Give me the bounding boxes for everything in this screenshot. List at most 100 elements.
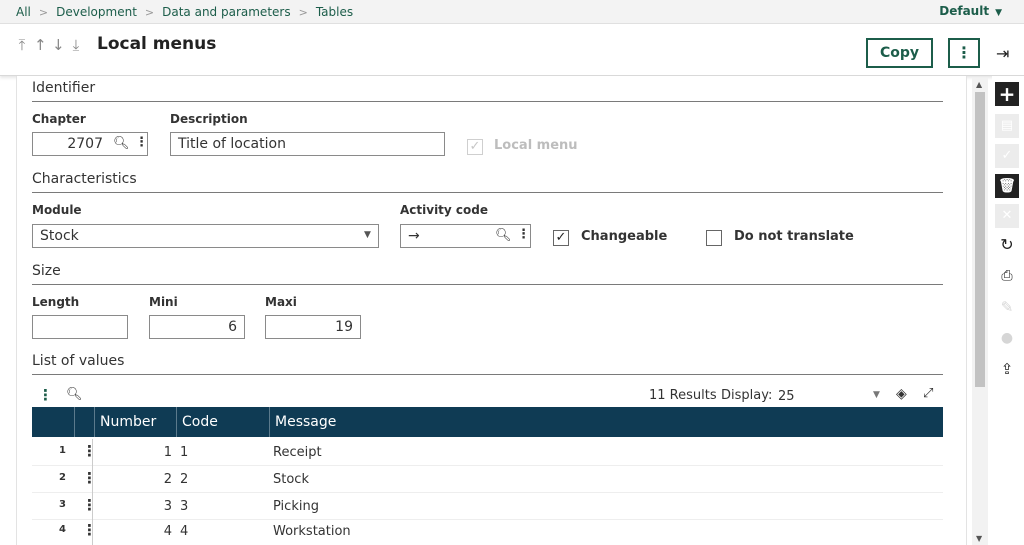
- next-record-icon[interactable]: ↓: [52, 36, 65, 54]
- grid-header-message[interactable]: Message: [269, 407, 943, 437]
- display-label: Display:: [721, 388, 773, 403]
- cell-message[interactable]: Stock: [273, 472, 309, 487]
- length-field[interactable]: [32, 315, 128, 339]
- row-menu-icon[interactable]: ⋮: [82, 496, 97, 514]
- chevron-down-icon[interactable]: ▼: [364, 230, 371, 240]
- row-number: 2: [59, 472, 66, 483]
- search-icon[interactable]: 🔍︎: [66, 387, 83, 402]
- search-icon[interactable]: 🔍︎: [495, 228, 512, 243]
- description-label: Description: [170, 112, 248, 126]
- export-icon[interactable]: ⇪: [995, 357, 1019, 381]
- more-vertical-icon[interactable]: ⋮: [517, 227, 530, 242]
- module-select[interactable]: Stock: [32, 224, 379, 248]
- cell-message[interactable]: Picking: [273, 499, 319, 514]
- section-divider: [32, 284, 943, 285]
- cell-number[interactable]: 4: [122, 524, 172, 539]
- table-row[interactable]: 4 ⋮ 4 4 Workstation: [32, 518, 943, 545]
- profile-label: Default: [939, 4, 990, 18]
- scroll-down-icon[interactable]: ▼: [976, 534, 982, 543]
- cell-code[interactable]: 1: [180, 445, 188, 460]
- row-number: 3: [59, 499, 66, 510]
- breadcrumb-bar: All > Development > Data and parameters …: [0, 0, 1024, 24]
- cell-number[interactable]: 2: [122, 472, 172, 487]
- more-vertical-icon[interactable]: ⋮: [135, 135, 148, 150]
- module-label: Module: [32, 203, 82, 217]
- cell-number[interactable]: 1: [122, 445, 172, 460]
- scrollbar-thumb[interactable]: [975, 92, 985, 387]
- scroll-up-icon[interactable]: ▲: [976, 80, 982, 89]
- exit-icon[interactable]: ⇥: [996, 44, 1009, 63]
- add-icon[interactable]: +: [995, 82, 1019, 106]
- vertical-scrollbar[interactable]: ▲ ▼: [972, 78, 988, 545]
- copy-button[interactable]: Copy: [866, 38, 933, 68]
- last-record-icon[interactable]: ⤓: [70, 36, 82, 54]
- chevron-right-icon: >: [144, 5, 155, 19]
- do-not-translate-checkbox[interactable]: [706, 230, 722, 246]
- section-divider: [32, 374, 943, 375]
- cell-code[interactable]: 3: [180, 499, 188, 514]
- table-row[interactable]: 1 ⋮ 1 1 Receipt: [32, 439, 943, 466]
- chevron-down-icon[interactable]: ▼: [873, 390, 880, 400]
- delete-icon[interactable]: 🗑︎: [995, 174, 1019, 198]
- more-actions-button[interactable]: ⋮: [948, 38, 980, 68]
- row-divider: [92, 439, 93, 466]
- section-title-identifier: Identifier: [32, 80, 96, 96]
- changeable-checkbox[interactable]: ✓: [553, 230, 569, 246]
- table-row[interactable]: 3 ⋮ 3 3 Picking: [32, 493, 943, 520]
- print-icon[interactable]: ⎙: [995, 264, 1019, 288]
- chapter-label: Chapter: [32, 112, 86, 126]
- grid-header-number[interactable]: Number: [94, 407, 176, 437]
- display-select[interactable]: 25: [778, 389, 795, 404]
- cell-message[interactable]: Workstation: [273, 524, 351, 539]
- row-number: 1: [59, 445, 66, 456]
- refresh-icon[interactable]: ↻: [995, 233, 1019, 257]
- local-menu-checkbox: ✓: [467, 139, 483, 155]
- search-icon[interactable]: 🔍︎: [113, 136, 130, 151]
- maxi-field[interactable]: 19: [265, 315, 361, 339]
- breadcrumb-item-data-parameters[interactable]: Data and parameters: [162, 5, 290, 19]
- row-menu-icon[interactable]: ⋮: [82, 521, 97, 539]
- chapter-field[interactable]: 2707: [32, 132, 148, 156]
- cell-message[interactable]: Receipt: [273, 445, 322, 460]
- cancel-icon: ✕: [995, 204, 1019, 228]
- mini-label: Mini: [149, 295, 178, 309]
- chevron-down-icon: ▼: [995, 8, 1002, 18]
- expand-icon[interactable]: ⤢: [923, 386, 933, 401]
- page-title: Local menus: [97, 34, 217, 54]
- row-divider: [92, 466, 93, 493]
- row-menu-icon[interactable]: ⋮: [82, 469, 97, 487]
- grid-header: Number Code Message: [32, 407, 943, 437]
- local-menu-label: Local menu: [494, 138, 578, 153]
- cell-number[interactable]: 3: [122, 499, 172, 514]
- comment-icon: ●: [1000, 330, 1014, 346]
- results-count: 11 Results: [649, 388, 717, 403]
- confirm-icon: ✓: [995, 144, 1019, 168]
- section-divider: [32, 101, 943, 102]
- profile-selector[interactable]: Default ▼: [939, 4, 1002, 18]
- section-title-list-of-values: List of values: [32, 353, 125, 369]
- first-record-icon[interactable]: ⤒: [16, 36, 28, 54]
- breadcrumb-item-all[interactable]: All: [16, 5, 31, 19]
- save-icon: ▤: [995, 114, 1019, 138]
- grid-header-code[interactable]: Code: [176, 407, 269, 437]
- maxi-label: Maxi: [265, 295, 297, 309]
- breadcrumb-item-tables[interactable]: Tables: [316, 5, 353, 19]
- cell-code[interactable]: 2: [180, 472, 188, 487]
- do-not-translate-label: Do not translate: [734, 229, 854, 244]
- chevron-right-icon: >: [38, 5, 49, 19]
- attachment-icon: ✎: [1000, 298, 1014, 316]
- grid-menu-icon[interactable]: ⋮: [38, 386, 53, 404]
- section-title-size: Size: [32, 263, 61, 279]
- breadcrumb-item-development[interactable]: Development: [56, 5, 137, 19]
- length-label: Length: [32, 295, 80, 309]
- row-menu-icon[interactable]: ⋮: [82, 442, 97, 460]
- cell-code[interactable]: 4: [180, 524, 188, 539]
- title-bar: ⤒ ↑ ↓ ⤓ Local menus Copy ⋮ ⇥: [0, 24, 1024, 76]
- row-divider: [92, 518, 93, 545]
- grid-header-select: [74, 407, 94, 437]
- layers-icon[interactable]: ◈: [896, 386, 907, 402]
- table-row[interactable]: 2 ⋮ 2 2 Stock: [32, 466, 943, 493]
- previous-record-icon[interactable]: ↑: [34, 36, 47, 54]
- mini-field[interactable]: 6: [149, 315, 245, 339]
- description-field[interactable]: Title of location: [170, 132, 445, 156]
